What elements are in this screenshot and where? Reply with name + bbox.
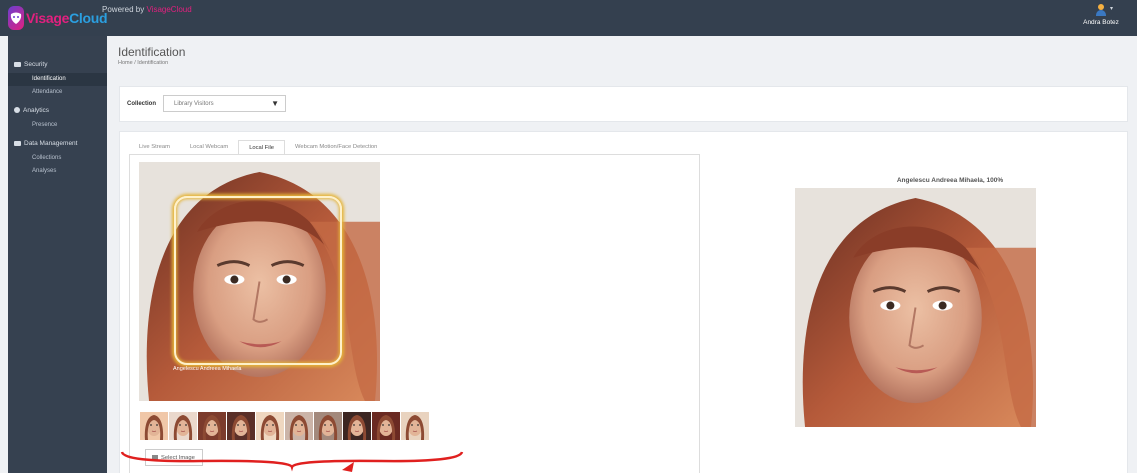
powered-by-text: Powered by VisageCloud	[102, 5, 192, 14]
top-navbar: VisageCloud Powered by VisageCloud ▾ And…	[0, 0, 1137, 36]
main-content: Identification Home / Identification Col…	[107, 36, 1137, 473]
sidebar-item-analyses[interactable]: Analyses	[8, 165, 107, 178]
visagecloud-logo[interactable]: VisageCloud	[8, 4, 108, 32]
source-tabs: Live Stream Local Webcam Local File Webc…	[129, 140, 387, 155]
tab-local-webcam[interactable]: Local Webcam	[180, 140, 238, 155]
user-menu[interactable]: ▾ Andra Botez	[1077, 4, 1125, 26]
thumbnail-image[interactable]	[372, 412, 400, 440]
pie-chart-icon	[14, 107, 20, 113]
uploaded-face-image: Angelescu Andreea Mihaela	[139, 162, 380, 401]
sidebar-section-analytics[interactable]: Analytics	[8, 103, 107, 117]
user-name: Andra Botez	[1083, 19, 1119, 26]
breadcrumb[interactable]: Home / Identification	[118, 60, 168, 66]
collection-card: Collection Library Visitors ▼	[119, 86, 1128, 122]
thumbnail-image[interactable]	[227, 412, 255, 440]
thumbnail-image[interactable]	[140, 412, 168, 440]
collection-selected-value: Library Visitors	[174, 101, 214, 107]
image-icon	[152, 455, 158, 460]
thumbnail-image[interactable]	[256, 412, 284, 440]
powered-by-link[interactable]: VisageCloud	[146, 5, 191, 14]
face-detection-box	[174, 196, 342, 365]
detected-face-label: Angelescu Andreea Mihaela	[173, 366, 242, 372]
tab-local-file[interactable]: Local File	[238, 140, 285, 155]
thumbnail-image[interactable]	[343, 412, 371, 440]
thumbnail-image[interactable]	[314, 412, 342, 440]
identification-card: Live Stream Local Webcam Local File Webc…	[119, 131, 1128, 473]
collection-label: Collection	[127, 101, 157, 107]
thumbnail-image[interactable]	[169, 412, 197, 440]
thumbnail-image[interactable]	[285, 412, 313, 440]
database-icon	[14, 140, 21, 146]
sidebar-item-presence[interactable]: Presence	[8, 119, 107, 132]
dropdown-arrow-icon: ▼	[271, 99, 279, 108]
select-image-button[interactable]: Select Image	[145, 449, 203, 466]
user-avatar-icon	[1095, 4, 1107, 16]
logo-text: VisageCloud	[26, 10, 108, 26]
match-result-title: Angelescu Andreea Mihaela, 100%	[896, 177, 1004, 184]
tab-webcam-motion-face-detection[interactable]: Webcam Motion/Face Detection	[285, 140, 387, 155]
matched-face-image	[795, 188, 1036, 427]
logo-badge-icon	[8, 6, 24, 30]
sidebar-item-attendance[interactable]: Attendance	[8, 86, 107, 99]
sidebar-item-collections[interactable]: Collections	[8, 152, 107, 165]
sidebar-section-security[interactable]: Security	[8, 57, 107, 71]
thumbnail-image[interactable]	[401, 412, 429, 440]
sidebar-section-data-management[interactable]: Data Management	[8, 136, 107, 150]
sample-image-thumbnails	[140, 412, 429, 440]
chevron-down-icon: ▾	[1109, 6, 1113, 12]
local-file-panel: Angelescu Andreea Mihaela Select Image	[129, 154, 700, 473]
collection-select[interactable]: Library Visitors ▼	[163, 95, 286, 112]
sidebar-item-identification[interactable]: Identification	[8, 73, 107, 86]
video-camera-icon	[14, 61, 21, 67]
sidebar: Security Identification Attendance Analy…	[8, 36, 107, 473]
thumbnail-image[interactable]	[198, 412, 226, 440]
page-title: Identification	[118, 45, 186, 59]
tab-live-stream[interactable]: Live Stream	[129, 140, 180, 155]
